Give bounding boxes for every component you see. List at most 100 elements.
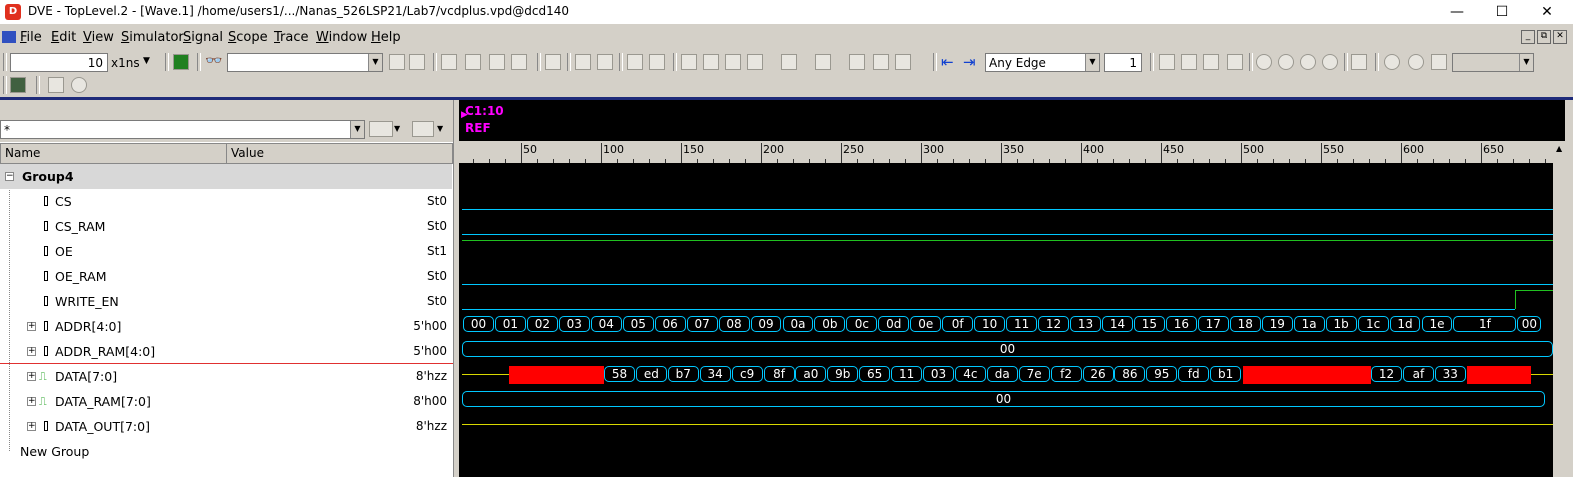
find-icon[interactable]: 👓	[205, 53, 222, 69]
addr-value-segment: 12	[1038, 316, 1070, 332]
ungroup-icon[interactable]	[703, 54, 719, 70]
signal-row-new-group[interactable]: New Group	[0, 439, 452, 464]
window-icon[interactable]	[48, 77, 64, 93]
expand-icon[interactable]	[747, 54, 763, 70]
filter-options-icon[interactable]	[369, 121, 393, 137]
collapse-icon[interactable]: −	[5, 172, 14, 181]
go-back-icon[interactable]	[1384, 54, 1400, 70]
trace-fanin-icon[interactable]	[489, 54, 505, 70]
expression-icon[interactable]	[895, 54, 911, 70]
menu-edit[interactable]: Edit	[51, 30, 76, 45]
marker-icon[interactable]	[781, 54, 797, 70]
trace-load-icon[interactable]	[465, 54, 481, 70]
search-prev-icon[interactable]	[389, 54, 405, 70]
group-icon[interactable]	[681, 54, 697, 70]
signal-row-group4[interactable]: − Group4	[0, 164, 452, 189]
move-up-icon[interactable]	[575, 54, 591, 70]
close-button[interactable]: ✕	[1527, 2, 1567, 22]
menu-window[interactable]: Window	[316, 30, 367, 45]
edge-count-input[interactable]: 1	[1104, 53, 1142, 72]
data-value-segment: 65	[859, 366, 891, 382]
signal-row-data-out[interactable]: + DATA_OUT[7:0] 8'hzz	[0, 414, 452, 439]
move-down-icon[interactable]	[597, 54, 613, 70]
mdi-close-button[interactable]: ✕	[1553, 30, 1567, 44]
toolbar-separator	[537, 53, 541, 71]
bus-icon[interactable]	[725, 54, 741, 70]
next-edge-icon[interactable]: ⇥	[963, 53, 976, 71]
expand-icon[interactable]: +	[27, 422, 36, 431]
ruler-tick	[905, 159, 906, 163]
arrow-left-icon[interactable]	[627, 54, 643, 70]
value-column-header[interactable]: Value	[226, 143, 453, 164]
ruler-label: 350	[1003, 143, 1024, 156]
memory-icon[interactable]	[10, 77, 26, 93]
mdi-restore-button[interactable]: ⧉	[1537, 30, 1551, 44]
zoom-2-icon[interactable]	[1278, 54, 1294, 70]
time-unit-select[interactable]: x1ns	[111, 56, 140, 70]
data-value-segment: 58	[604, 366, 635, 382]
filter-type-icon[interactable]	[412, 121, 434, 137]
pointer-icon[interactable]	[1159, 54, 1175, 70]
menu-view[interactable]: View	[83, 30, 114, 45]
analog-icon[interactable]	[815, 54, 831, 70]
chevron-down-icon[interactable]: ▼	[368, 54, 382, 71]
trace-fanout-icon[interactable]	[511, 54, 527, 70]
zoom-out-icon[interactable]	[1203, 54, 1219, 70]
addr-value-segment: 02	[526, 316, 558, 332]
name-column-header[interactable]: Name	[0, 143, 227, 164]
search-next-icon[interactable]	[409, 54, 425, 70]
edge-type-select[interactable]: Any Edge ▼	[985, 53, 1100, 72]
filter-input[interactable]: * ▼	[0, 120, 365, 139]
scroll-up-icon[interactable]: ▲	[1556, 144, 1562, 153]
chevron-down-icon[interactable]: ▼	[350, 121, 364, 138]
menu-file[interactable]: File	[20, 30, 42, 45]
mdi-minimize-button[interactable]: _	[1521, 30, 1535, 44]
menu-trace[interactable]: Trace	[274, 30, 309, 45]
bookmark-icon[interactable]	[1351, 54, 1367, 70]
refresh-icon[interactable]	[71, 77, 87, 93]
arrow-right-icon[interactable]	[649, 54, 665, 70]
signal-row-cs[interactable]: CS St0	[0, 189, 452, 214]
trace-driver-icon[interactable]	[441, 54, 457, 70]
time-ruler[interactable]: 50 100 150 200 250 300 350 400 450 500 550 600 650	[459, 141, 1553, 163]
addr-value-segment: 1a	[1293, 316, 1325, 332]
main-toolbar: 10 x1ns ▼ 👓 ▼ ⇤ ⇥ Any Edge ▼ 1 ▼	[0, 50, 1573, 74]
addr-value-segment: 05	[622, 316, 654, 332]
oe-ram-wave	[462, 284, 1553, 285]
chevron-down-icon[interactable]: ▼	[1085, 54, 1099, 71]
signal-row-oe[interactable]: OE St1	[0, 239, 452, 264]
history-icon[interactable]	[1431, 54, 1447, 70]
vertical-scrollbar[interactable]: ▲	[1553, 141, 1573, 477]
signal-row-oe-ram[interactable]: OE_RAM St0	[0, 264, 452, 289]
signal-row-write-en[interactable]: WRITE_EN St0	[0, 289, 452, 314]
chevron-down-icon[interactable]: ▼	[394, 124, 400, 133]
go-forward-icon[interactable]	[1408, 54, 1424, 70]
signal-value: St0	[427, 219, 447, 233]
search-combo[interactable]: ▼	[227, 53, 383, 72]
minimize-button[interactable]: —	[1437, 2, 1477, 22]
menu-help[interactable]: Help	[371, 30, 401, 45]
pan-hand-icon[interactable]	[1227, 54, 1243, 70]
compare-icon[interactable]	[849, 54, 865, 70]
ruler-tick	[697, 159, 698, 163]
zoom-fit-icon[interactable]	[1256, 54, 1272, 70]
document-icon[interactable]	[545, 54, 561, 70]
time-input[interactable]: 10	[10, 53, 108, 72]
prev-edge-icon[interactable]: ⇤	[941, 53, 954, 71]
menu-simulator[interactable]: Simulator	[121, 30, 184, 45]
ruler-tick	[745, 159, 746, 163]
chevron-down-icon[interactable]: ▼	[437, 124, 443, 133]
menu-signal[interactable]: Signal	[183, 30, 223, 45]
zoom-in-icon[interactable]	[1181, 54, 1197, 70]
mdi-document-icon[interactable]	[2, 31, 16, 43]
zoom-full-icon[interactable]	[1322, 54, 1338, 70]
zoom-half-icon[interactable]	[1300, 54, 1316, 70]
chevron-down-icon[interactable]: ▼	[143, 56, 150, 66]
eraser-icon[interactable]	[873, 54, 889, 70]
signal-list-icon[interactable]	[173, 54, 189, 70]
menu-scope[interactable]: Scope	[228, 30, 268, 45]
maximize-button[interactable]: ☐	[1482, 2, 1522, 22]
signal-row-cs-ram[interactable]: CS_RAM St0	[0, 214, 452, 239]
disabled-combo[interactable]: ▼	[1452, 53, 1534, 72]
chevron-down-icon[interactable]: ▼	[1519, 54, 1533, 71]
